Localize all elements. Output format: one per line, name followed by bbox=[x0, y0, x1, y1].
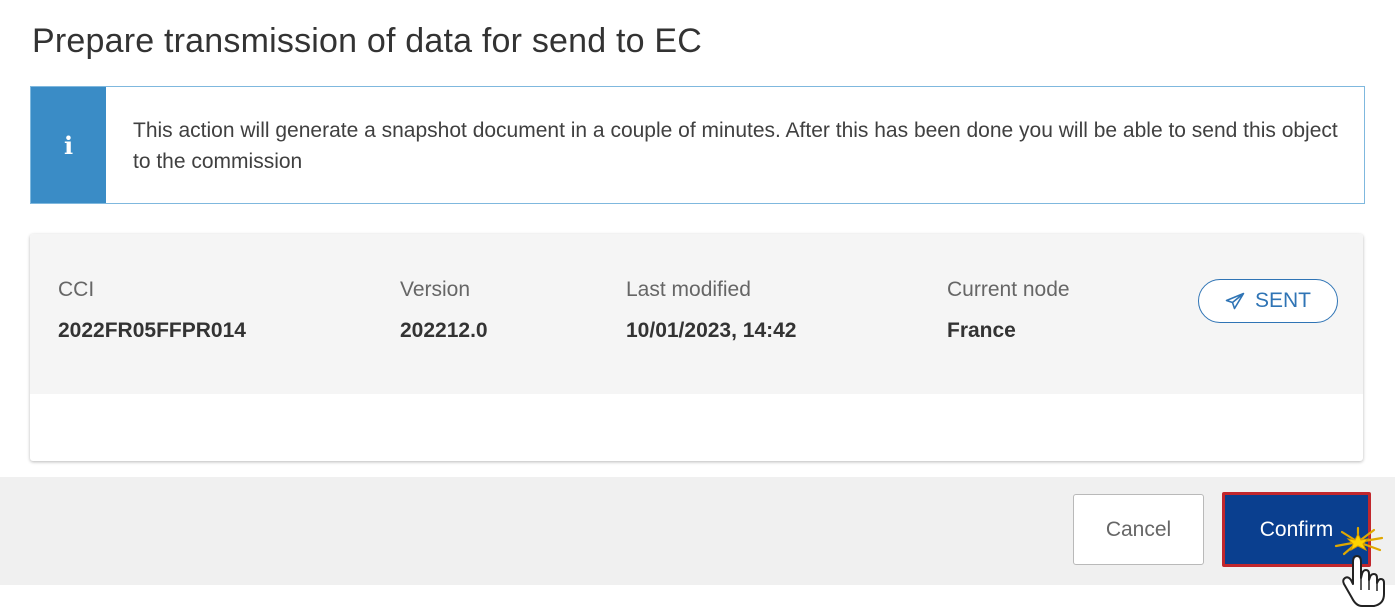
status-label: SENT bbox=[1254, 289, 1311, 312]
info-message-box: i This action will generate a snapshot d… bbox=[30, 86, 1365, 204]
info-icon: i bbox=[63, 130, 74, 160]
object-details-header: CCI 2022FR05FFPR014 Version 202212.0 Las… bbox=[30, 234, 1363, 394]
current-node-label: Current node bbox=[947, 278, 1070, 301]
current-node-field: Current node France bbox=[947, 278, 1070, 343]
version-field: Version 202212.0 bbox=[400, 278, 488, 343]
cci-value: 2022FR05FFPR014 bbox=[58, 319, 246, 342]
current-node-value: France bbox=[947, 319, 1016, 342]
last-modified-label: Last modified bbox=[626, 278, 751, 301]
paper-plane-icon bbox=[1225, 292, 1245, 310]
version-value: 202212.0 bbox=[400, 319, 488, 342]
info-icon-panel: i bbox=[31, 87, 106, 203]
object-details-card: CCI 2022FR05FFPR014 Version 202212.0 Las… bbox=[30, 234, 1363, 461]
cci-field: CCI 2022FR05FFPR014 bbox=[58, 278, 246, 343]
dialog-footer: Cancel Confirm bbox=[0, 477, 1395, 585]
info-message-text: This action will generate a snapshot doc… bbox=[133, 119, 1338, 173]
hand-pointer-click-icon bbox=[1334, 526, 1385, 607]
dialog-title: Prepare transmission of data for send to… bbox=[32, 22, 703, 60]
status-badge: SENT bbox=[1198, 279, 1338, 323]
cci-label: CCI bbox=[58, 278, 95, 301]
cancel-button[interactable]: Cancel bbox=[1073, 494, 1204, 565]
last-modified-field: Last modified 10/01/2023, 14:42 bbox=[626, 278, 796, 343]
last-modified-value: 10/01/2023, 14:42 bbox=[626, 319, 797, 342]
version-label: Version bbox=[400, 278, 471, 301]
